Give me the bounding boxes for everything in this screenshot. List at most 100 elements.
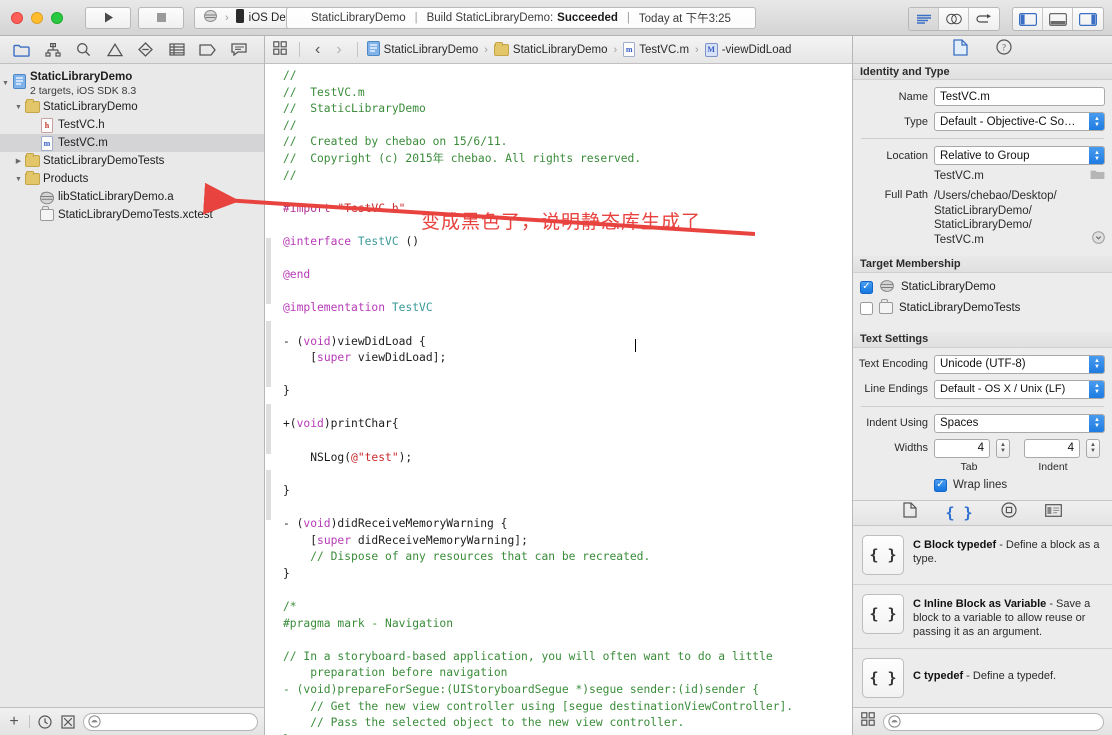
chevron-updown-icon[interactable]: ▲ ▼ [1089,113,1104,131]
indent-using-select[interactable]: Spaces ▲ ▼ [934,413,1105,433]
tree-row-testvc-m[interactable]: m TestVC.m [0,134,264,152]
type-select[interactable]: Default - Objective-C So… ▲ ▼ [934,112,1105,132]
snippet-item[interactable]: { } C Block typedef - Define a block as … [853,525,1112,585]
wrap-lines-row[interactable]: ✓ Wrap lines [853,476,1112,500]
wrap-lines-checkbox[interactable]: ✓ [934,478,947,492]
source-control-icon[interactable] [37,37,68,63]
chevron-updown-icon[interactable]: ▲ ▼ [1089,355,1104,373]
main-area: ▼ StaticLibraryDemo 2 targets, iOS SDK 8… [0,36,1112,735]
encoding-select[interactable]: Unicode (UTF-8) ▲ ▼ [934,354,1105,374]
snippet-brace-icon: { } [862,534,904,575]
recent-files-icon[interactable] [37,714,53,730]
breadcrumb-item-file[interactable]: m TestVC.m [623,42,689,57]
version-editor-button[interactable] [969,8,999,30]
minimize-button[interactable] [31,11,43,24]
grid-view-icon[interactable] [861,712,875,731]
toggle-debug-area-button[interactable] [1043,8,1073,30]
tree-row-xctest[interactable]: StaticLibraryDemoTests.xctest [0,206,264,224]
tree-row-testvc-h[interactable]: h TestVC.h [0,116,264,134]
standard-editor-button[interactable] [909,8,939,30]
toggle-navigator-button[interactable] [1013,8,1043,30]
stop-button[interactable] [138,6,184,29]
run-button[interactable] [85,6,131,29]
code-snippet-library-icon[interactable]: { } [945,504,972,522]
search-icon[interactable] [68,37,99,63]
project-navigator-tree[interactable]: ▼ StaticLibraryDemo 2 targets, iOS SDK 8… [0,64,264,707]
tree-label: StaticLibraryDemoTests.xctest [58,209,213,221]
file-template-library-icon[interactable] [903,502,918,523]
close-button[interactable] [11,11,23,24]
log-navigator-icon[interactable] [223,37,254,63]
tree-row-group-tests[interactable]: ▶ StaticLibraryDemoTests [0,152,264,170]
target-membership-row[interactable]: ✓ StaticLibraryDemo [853,276,1112,299]
breadcrumb-item-group[interactable]: StaticLibraryDemo [493,41,608,56]
tree-row-libstaticlibrarydemo-a[interactable]: libStaticLibraryDemo.a [0,188,264,206]
chevron-updown-icon[interactable]: ▲ ▼ [1089,380,1104,398]
folder-icon[interactable] [6,37,37,63]
tree-row-group-products[interactable]: ▼ Products [0,170,264,188]
breadcrumb-chevron-icon: › [695,43,699,56]
code-line: @interface TestVC () [283,234,420,248]
name-input[interactable]: TestVC.m [934,87,1105,107]
code-line: NSLog(@"test"); [283,450,413,464]
disclosure-triangle-down-icon[interactable]: ▼ [13,170,24,188]
object-library-icon[interactable] [1000,502,1017,523]
choose-folder-icon[interactable] [1090,168,1105,183]
location-value: Relative to Group [940,149,1030,162]
location-select[interactable]: Relative to Group ▲ ▼ [934,146,1105,166]
target-checkbox[interactable]: ✓ [860,280,873,294]
snippet-item[interactable]: { } C Inline Block as Variable - Save a … [853,584,1112,649]
code-line: - (void)viewDidLoad { [283,334,426,348]
target-checkbox[interactable] [860,301,873,315]
tab-width-input[interactable]: 4 [934,438,990,458]
breadcrumb-item-project[interactable]: StaticLibraryDemo [366,40,478,59]
indent-width-stepper[interactable]: ▲ ▼ [1086,438,1100,458]
chevron-updown-icon[interactable]: ▲ ▼ [1089,147,1104,165]
disclosure-triangle-right-icon[interactable]: ▶ [13,152,24,170]
indent-sublabel: Indent [1038,460,1068,473]
source-control-filter-icon[interactable] [60,714,76,730]
encoding-row: Text Encoding Unicode (UTF-8) ▲ ▼ [853,352,1112,377]
disclosure-triangle-down-icon[interactable]: ▼ [13,98,24,116]
line-endings-select[interactable]: Default - OS X / Unix (LF) ▲ ▼ [934,379,1105,399]
breadcrumb-item-method[interactable]: M -viewDidLoad [704,42,791,57]
snippet-title: C Inline Block as Variable [913,597,1047,610]
add-button[interactable]: + [6,713,22,730]
code-line: #pragma mark - Navigation [283,616,454,630]
tree-row-project[interactable]: ▼ StaticLibraryDemo 2 targets, iOS SDK 8… [0,68,264,98]
chevron-updown-icon[interactable]: ▲ ▼ [1089,414,1104,432]
code-line: // Copyright (c) 2015年 chebao. All right… [283,151,642,165]
status-separator-2: | [626,12,630,24]
text-settings-header: Text Settings [853,331,1112,348]
debug-navigator-icon[interactable] [161,37,192,63]
toggle-utilities-button[interactable] [1073,8,1103,30]
tree-row-group-staticlibrarydemo[interactable]: ▼ StaticLibraryDemo [0,98,264,116]
filter-input[interactable] [83,712,258,731]
assistant-editor-button[interactable] [939,8,969,30]
zoom-button[interactable] [51,11,63,24]
warning-icon[interactable] [99,37,130,63]
navigate-forward-button[interactable]: › [330,41,347,59]
disclosure-triangle-down-icon[interactable]: ▼ [0,74,11,92]
related-items-icon[interactable] [273,41,290,58]
test-navigator-icon[interactable] [130,37,161,63]
tree-label: StaticLibraryDemo [30,71,133,83]
breakpoint-navigator-icon[interactable] [192,37,223,63]
target-membership-row[interactable]: StaticLibraryDemoTests [853,299,1112,318]
file-inspector-icon[interactable] [953,38,968,61]
library-filter-input[interactable] [883,712,1104,731]
snippet-item[interactable]: { } C typedef - Define a typedef. [853,648,1112,707]
source-editor[interactable]: // // TestVC.m // StaticLibraryDemo // // Cr… [265,64,852,735]
media-library-icon[interactable] [1044,504,1062,522]
code-text[interactable]: // // TestVC.m // StaticLibraryDemo // // Cr… [277,64,852,735]
code-line: [super didReceiveMemoryWarning]; [283,533,528,547]
navigate-back-button[interactable]: ‹ [309,41,326,59]
breadcrumb-label: StaticLibraryDemo [512,43,608,56]
indent-width-input[interactable]: 4 [1024,438,1080,458]
quick-help-icon[interactable]: ? [996,39,1012,60]
fullpath-value: /Users/chebao/Desktop/ StaticLibraryDemo… [934,190,1057,246]
reveal-in-finder-icon[interactable] [1092,231,1105,247]
tab-width-stepper[interactable]: ▲ ▼ [996,438,1010,458]
navigator-footer: + [0,707,264,735]
